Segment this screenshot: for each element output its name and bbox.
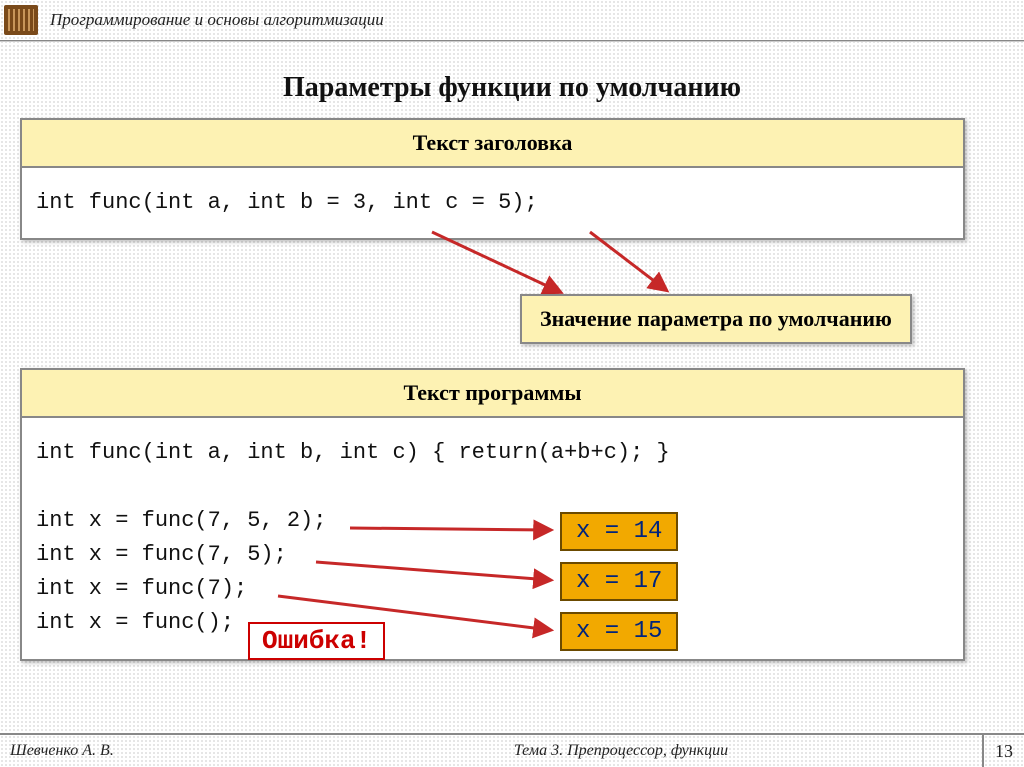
error-label: Ошибка! — [248, 622, 385, 660]
footer-page-number: 13 — [982, 735, 1024, 767]
slide-title: Параметры функции по умолчанию — [0, 72, 1024, 104]
box1-title: Текст заголовка — [22, 120, 963, 168]
page-header: Программирование и основы алгоритмизации — [0, 0, 1024, 40]
footer-topic: Тема 3. Препроцессор, функции — [260, 742, 982, 760]
result-x15: x = 15 — [560, 612, 678, 651]
box-header-text: Текст заголовка int func(int a, int b = … — [20, 118, 965, 240]
header-divider — [0, 40, 1024, 42]
box-program-text: Текст программы int func(int a, int b, i… — [20, 368, 965, 661]
box2-code: int func(int a, int b, int c) { return(a… — [22, 418, 963, 659]
university-icon — [4, 5, 38, 35]
box2-title: Текст программы — [22, 370, 963, 418]
page-footer: Шевченко А. В. Тема 3. Препроцессор, фун… — [0, 733, 1024, 767]
footer-author: Шевченко А. В. — [0, 742, 260, 760]
result-x17: x = 17 — [560, 562, 678, 601]
course-title: Программирование и основы алгоритмизации — [50, 10, 384, 30]
callout-default-value: Значение параметра по умолчанию — [520, 294, 912, 344]
result-x14: x = 14 — [560, 512, 678, 551]
box1-code: int func(int a, int b = 3, int c = 5); — [22, 168, 963, 238]
